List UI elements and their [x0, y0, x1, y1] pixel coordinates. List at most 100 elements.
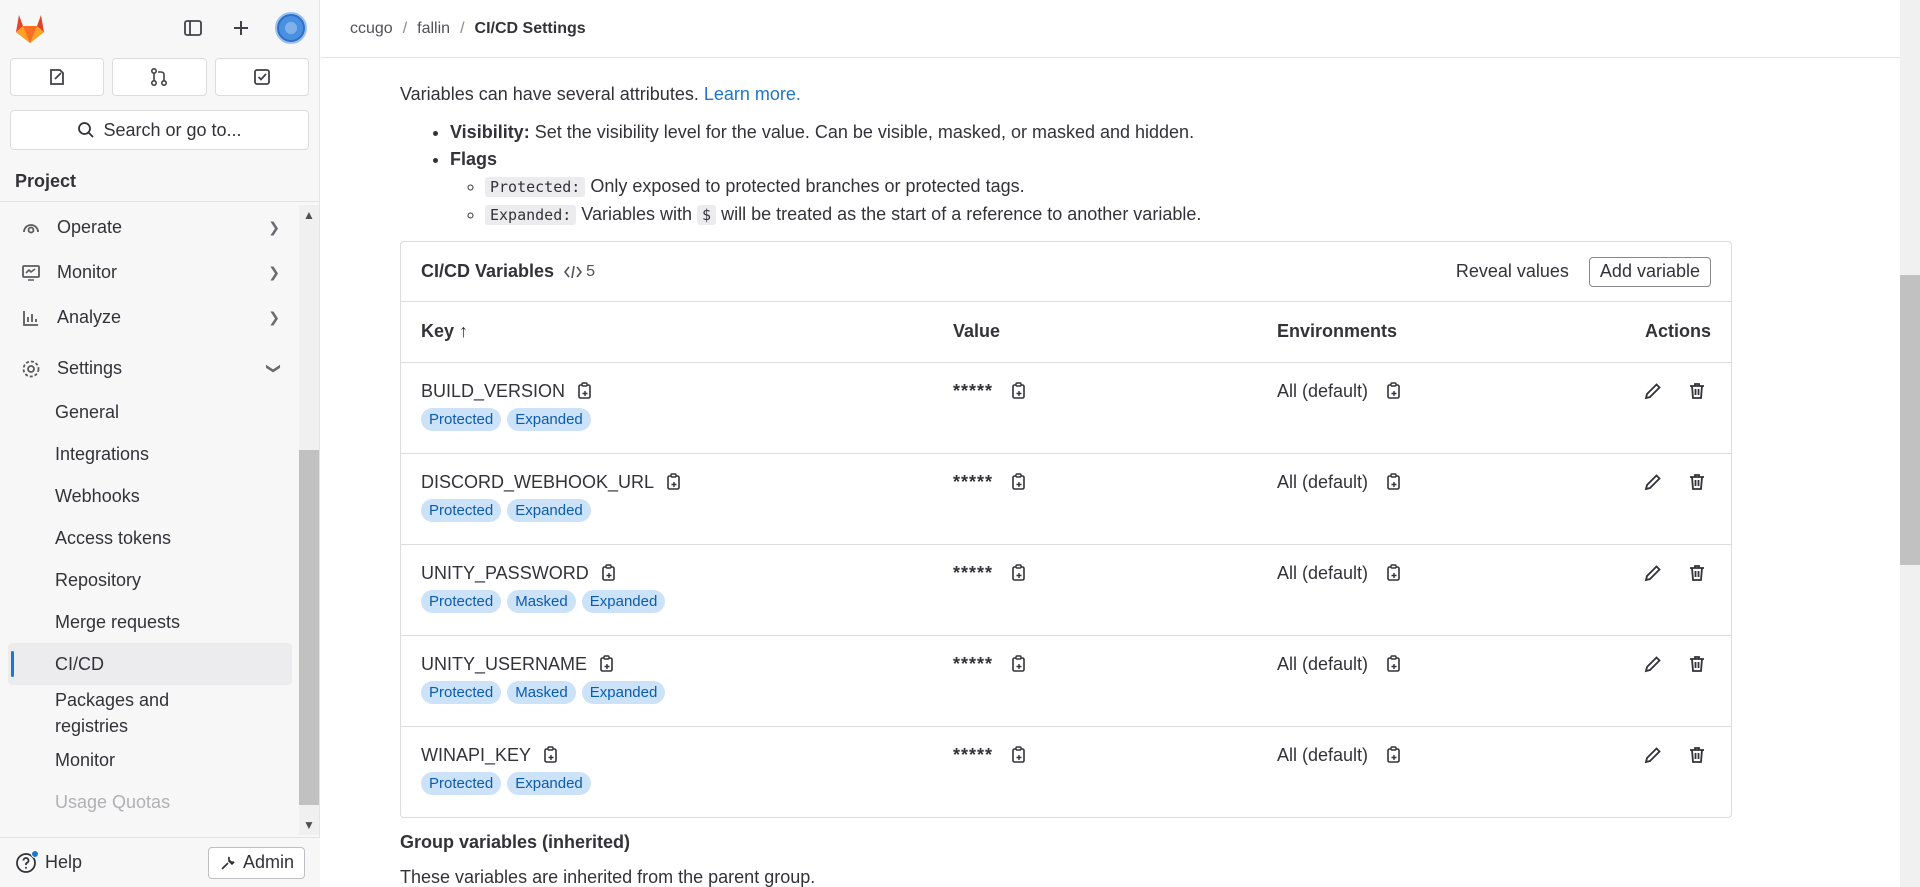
sidebar-item-monitor[interactable]: Monitor ❯ [0, 250, 300, 295]
copy-icon[interactable] [1009, 563, 1029, 583]
settings-item-access-tokens[interactable]: Access tokens [0, 517, 300, 559]
badge-group: Protected Expanded [421, 771, 913, 795]
plus-icon[interactable] [227, 14, 255, 42]
merge-request-icon[interactable] [112, 58, 207, 96]
copy-icon[interactable] [1384, 563, 1404, 583]
variables-count: 5 [564, 263, 595, 281]
copy-icon[interactable] [1009, 654, 1029, 674]
learn-more-link[interactable]: Learn more. [704, 84, 801, 104]
copy-icon[interactable] [541, 745, 561, 765]
protected-text: Only exposed to protected branches or pr… [590, 176, 1025, 196]
copy-icon[interactable] [599, 563, 619, 583]
breadcrumb-item[interactable]: fallin [417, 20, 450, 38]
breadcrumb-current[interactable]: CI/CD Settings [475, 20, 586, 38]
cell-key: UNITY_PASSWORD Protected Masked Expanded [401, 544, 933, 636]
scroll-up-icon[interactable]: ▲ [299, 205, 319, 225]
copy-icon[interactable] [1009, 472, 1029, 492]
variable-key: WINAPI_KEY [421, 744, 532, 765]
variable-key: UNITY_PASSWORD [421, 562, 589, 583]
help-button[interactable]: Help [15, 849, 82, 874]
cell-value: ***** [933, 453, 1257, 545]
sidebar-toggle-icon[interactable] [179, 14, 207, 42]
delete-trash-icon[interactable] [1687, 381, 1707, 401]
reveal-values-button[interactable]: Reveal values [1456, 261, 1569, 282]
sidebar-item-settings[interactable]: Settings ❯ [0, 346, 300, 391]
intro-sentence: Variables can have several attributes. [400, 84, 699, 104]
expanded-text: Variables with [581, 204, 693, 224]
settings-item-monitor[interactable]: Monitor [0, 739, 300, 781]
edit-pencil-icon[interactable] [1643, 472, 1663, 492]
gitlab-logo-icon[interactable] [12, 10, 48, 46]
sidebar-nav: Operate ❯ Monitor ❯ Analyze ❯ Settings ❯… [0, 205, 300, 835]
table-row: BUILD_VERSION Protected Expanded ***** Al… [401, 362, 1731, 454]
masked-value: ***** [953, 380, 994, 401]
settings-item-ci-cd[interactable]: CI/CD [8, 643, 292, 685]
copy-icon[interactable] [1009, 381, 1029, 401]
scroll-down-icon[interactable]: ▼ [299, 815, 319, 835]
edit-pencil-icon[interactable] [1643, 381, 1663, 401]
admin-label: Admin [242, 852, 294, 872]
cell-environment: All (default) [1257, 453, 1597, 545]
edit-pencil-icon[interactable] [1643, 654, 1663, 674]
breadcrumb-separator: / [402, 19, 408, 37]
delete-trash-icon[interactable] [1687, 745, 1707, 765]
variables-card: CI/CD Variables 5 Reveal values Add vari… [400, 241, 1732, 818]
environment-scope: All (default) [1277, 471, 1369, 492]
scrollbar-thumb[interactable] [1900, 275, 1920, 565]
sidebar-item-operate[interactable]: Operate ❯ [0, 205, 300, 250]
breadcrumb-item[interactable]: ccugo [350, 20, 393, 38]
environment-scope: All (default) [1277, 744, 1369, 765]
cell-key: DISCORD_WEBHOOK_URL Protected Expanded [401, 453, 933, 545]
add-variable-button[interactable]: Add variable [1588, 256, 1711, 287]
copy-icon[interactable] [597, 654, 617, 674]
settings-item-merge-requests[interactable]: Merge requests [0, 601, 300, 643]
copy-icon[interactable] [1009, 745, 1029, 765]
sidebar-item-analyze[interactable]: Analyze ❯ [0, 295, 300, 340]
cell-actions [1597, 453, 1731, 545]
copy-icon[interactable] [1384, 472, 1404, 492]
settings-item-usage-quotas[interactable]: Usage Quotas [0, 781, 300, 823]
breadcrumb: ccugo / fallin / CI/CD Settings [321, 0, 1900, 58]
table-row: UNITY_PASSWORD Protected Masked Expanded *… [401, 544, 1731, 636]
copy-icon[interactable] [575, 381, 595, 401]
admin-button[interactable]: Admin [207, 846, 305, 879]
badge-expanded: Expanded [507, 771, 591, 795]
delete-trash-icon[interactable] [1687, 472, 1707, 492]
settings-item-integrations[interactable]: Integrations [0, 433, 300, 475]
search-button[interactable]: Search or go to... [10, 110, 309, 150]
copy-icon[interactable] [664, 472, 684, 492]
avatar[interactable] [275, 12, 307, 44]
flags-label: Flags [450, 149, 498, 169]
badge-expanded: Expanded [507, 498, 591, 522]
delete-trash-icon[interactable] [1687, 654, 1707, 674]
edit-pencil-icon[interactable] [1643, 563, 1663, 583]
notification-dot [31, 849, 39, 858]
cell-key: UNITY_USERNAME Protected Masked Expanded [401, 635, 933, 727]
sort-ascending-icon[interactable]: ↑ [459, 321, 468, 341]
dollar-code: $ [697, 205, 717, 225]
flags-list: Protected: Only exposed to protected bra… [450, 173, 1732, 229]
issues-icon[interactable] [10, 58, 105, 96]
todo-icon[interactable] [214, 58, 309, 96]
settings-item-repository[interactable]: Repository [0, 559, 300, 601]
table-header-row: Key ↑ Value Environments Actions [401, 302, 1731, 363]
masked-value: ***** [953, 653, 994, 674]
sidebar-item-label: Operate [57, 217, 123, 237]
badge-group: Protected Expanded [421, 407, 913, 431]
settings-item-webhooks[interactable]: Webhooks [0, 475, 300, 517]
copy-icon[interactable] [1384, 654, 1404, 674]
copy-icon[interactable] [1384, 745, 1404, 765]
settings-item-packages[interactable]: Packages and registries [0, 685, 300, 739]
settings-item-general[interactable]: General [0, 391, 300, 433]
sidebar-scrollbar[interactable]: ▲ ▼ [299, 205, 319, 835]
edit-pencil-icon[interactable] [1643, 745, 1663, 765]
group-variables-title: Group variables (inherited) [400, 832, 631, 852]
sidebar-shortcuts [0, 56, 319, 98]
code-icon [564, 265, 583, 278]
delete-trash-icon[interactable] [1687, 563, 1707, 583]
column-key[interactable]: Key ↑ [401, 302, 933, 363]
scrollbar-thumb[interactable] [299, 450, 319, 805]
copy-icon[interactable] [1384, 381, 1404, 401]
breadcrumb-separator: / [460, 19, 465, 37]
main-scrollbar[interactable] [1900, 0, 1920, 887]
